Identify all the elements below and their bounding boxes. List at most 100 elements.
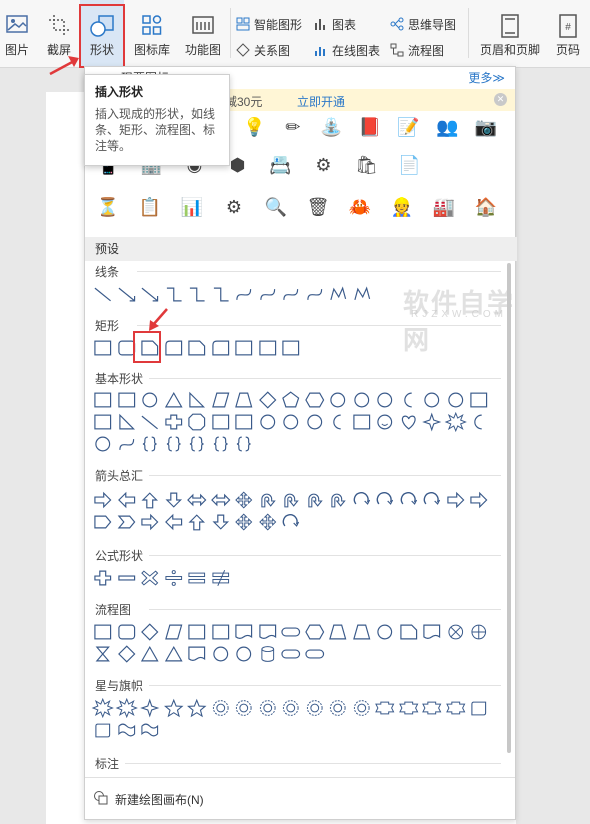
page-number-button[interactable]: # 页码 xyxy=(548,0,588,66)
doc-shape-icon[interactable] xyxy=(420,621,444,643)
hex-shape-icon[interactable] xyxy=(303,389,327,411)
circle-shape-icon[interactable] xyxy=(350,389,374,411)
icon-library-item[interactable]: 📝 xyxy=(389,117,428,138)
uarrow-shape-icon[interactable] xyxy=(138,489,162,511)
term-shape-icon[interactable] xyxy=(279,621,303,643)
para-shape-icon[interactable] xyxy=(162,621,186,643)
fmul-shape-icon[interactable] xyxy=(138,567,162,589)
rtri-shape-icon[interactable] xyxy=(185,389,209,411)
diamond-shape-icon[interactable] xyxy=(138,621,162,643)
moon-shape-icon[interactable] xyxy=(397,389,421,411)
pentarrow-shape-icon[interactable] xyxy=(91,511,115,533)
doc-shape-icon[interactable] xyxy=(185,643,209,665)
circle-shape-icon[interactable] xyxy=(373,389,397,411)
chart-button[interactable]: 图表 xyxy=(314,14,356,34)
fminus-shape-icon[interactable] xyxy=(115,567,139,589)
circle-shape-icon[interactable] xyxy=(256,411,280,433)
uturn-shape-icon[interactable] xyxy=(256,489,280,511)
tri-shape-icon[interactable] xyxy=(138,643,162,665)
chevron-shape-icon[interactable] xyxy=(115,511,139,533)
curve-shape-icon[interactable] xyxy=(232,283,256,305)
seal-shape-icon[interactable] xyxy=(256,697,280,719)
round1-shape-icon[interactable] xyxy=(162,337,186,359)
brace-shape-icon[interactable] xyxy=(209,433,233,455)
brace-shape-icon[interactable] xyxy=(138,433,162,455)
larrow-shape-icon[interactable] xyxy=(115,489,139,511)
flowchart-button[interactable]: 流程图 xyxy=(390,40,444,60)
tri-shape-icon[interactable] xyxy=(162,643,186,665)
feq-shape-icon[interactable] xyxy=(185,567,209,589)
term-shape-icon[interactable] xyxy=(279,643,303,665)
term-shape-icon[interactable] xyxy=(303,643,327,665)
pent-shape-icon[interactable] xyxy=(279,389,303,411)
more-link[interactable]: 更多≫ xyxy=(468,69,505,86)
icon-library-button[interactable]: 图标库 xyxy=(130,0,174,66)
trap-shape-icon[interactable] xyxy=(232,389,256,411)
rrect-shape-icon[interactable] xyxy=(115,621,139,643)
smart-shape-button[interactable]: 智能图形 xyxy=(236,14,302,34)
circle-shape-icon[interactable] xyxy=(209,643,233,665)
rect-shape-icon[interactable] xyxy=(115,389,139,411)
picture-button[interactable]: 图片 xyxy=(0,0,34,66)
curve-shape-icon[interactable] xyxy=(256,283,280,305)
rarrow-shape-icon[interactable] xyxy=(91,489,115,511)
ribbon-shape-icon[interactable] xyxy=(397,697,421,719)
icon-library-item[interactable]: 📋 xyxy=(129,197,171,218)
trap-shape-icon[interactable] xyxy=(326,621,350,643)
rect-shape-icon[interactable] xyxy=(232,411,256,433)
lrarrow-shape-icon[interactable] xyxy=(209,489,233,511)
seal-shape-icon[interactable] xyxy=(209,697,233,719)
xcirc-shape-icon[interactable] xyxy=(444,621,468,643)
rtri-shape-icon[interactable] xyxy=(115,411,139,433)
icon-library-item[interactable]: 🔍 xyxy=(255,197,297,218)
snip-shape-icon[interactable] xyxy=(185,337,209,359)
diamond-shape-icon[interactable] xyxy=(256,389,280,411)
rect-shape-icon[interactable] xyxy=(91,337,115,359)
ribbon-shape-icon[interactable] xyxy=(420,697,444,719)
scrollbar[interactable] xyxy=(507,263,511,753)
wave-shape-icon[interactable] xyxy=(138,719,162,741)
icon-library-item[interactable]: ✏ xyxy=(274,117,313,138)
circarrow-shape-icon[interactable] xyxy=(420,489,444,511)
para-shape-icon[interactable] xyxy=(209,389,233,411)
icon-library-item[interactable]: ⚙ xyxy=(302,155,345,176)
star4-shape-icon[interactable] xyxy=(138,697,162,719)
snip-shape-icon[interactable] xyxy=(397,621,421,643)
darrow-shape-icon[interactable] xyxy=(209,511,233,533)
elbow-shape-icon[interactable] xyxy=(185,283,209,305)
seal-shape-icon[interactable] xyxy=(326,697,350,719)
circarrow-shape-icon[interactable] xyxy=(350,489,374,511)
icon-library-item[interactable]: 🏭 xyxy=(423,197,465,218)
heart-shape-icon[interactable] xyxy=(397,411,421,433)
cyl-shape-icon[interactable] xyxy=(256,643,280,665)
curve-shape-icon[interactable] xyxy=(303,283,327,305)
uturn-shape-icon[interactable] xyxy=(279,489,303,511)
rect-shape-icon[interactable] xyxy=(91,411,115,433)
wave-shape-icon[interactable] xyxy=(115,719,139,741)
icon-library-item[interactable]: ⚙ xyxy=(213,197,255,218)
icon-library-item[interactable]: 💡 xyxy=(235,117,274,138)
uturn-shape-icon[interactable] xyxy=(303,489,327,511)
function-chart-button[interactable]: 功能图 xyxy=(178,0,228,66)
rect-shape-icon[interactable] xyxy=(91,621,115,643)
burst-shape-icon[interactable] xyxy=(91,697,115,719)
elbow-shape-icon[interactable] xyxy=(209,283,233,305)
quad-shape-icon[interactable] xyxy=(232,489,256,511)
icon-library-item[interactable]: ⏳ xyxy=(87,197,129,218)
arrowline-shape-icon[interactable] xyxy=(138,283,162,305)
ribbon-shape-icon[interactable] xyxy=(373,697,397,719)
pcirc-shape-icon[interactable] xyxy=(467,621,491,643)
brace-shape-icon[interactable] xyxy=(232,433,256,455)
promo-link[interactable]: 立即开通 xyxy=(297,93,345,110)
icon-library-item[interactable]: 👥 xyxy=(428,117,467,138)
icon-library-item[interactable]: 🏠 xyxy=(465,197,507,218)
line-shape-icon[interactable] xyxy=(138,411,162,433)
oct-shape-icon[interactable] xyxy=(185,411,209,433)
circle-shape-icon[interactable] xyxy=(91,433,115,455)
rarrow-shape-icon[interactable] xyxy=(467,489,491,511)
arrowline-shape-icon[interactable] xyxy=(115,283,139,305)
lrarrow-shape-icon[interactable] xyxy=(185,489,209,511)
uarrow-shape-icon[interactable] xyxy=(185,511,209,533)
plus-shape-icon[interactable] xyxy=(162,411,186,433)
curve-shape-icon[interactable] xyxy=(115,433,139,455)
